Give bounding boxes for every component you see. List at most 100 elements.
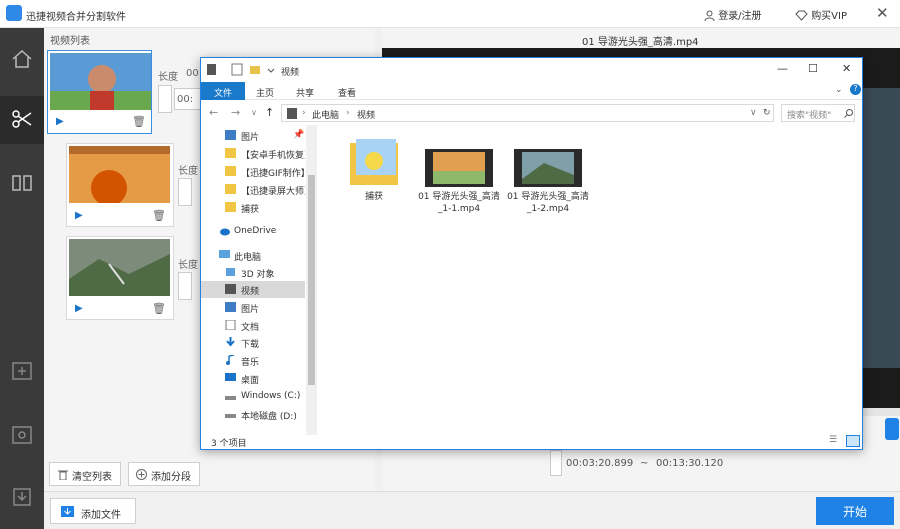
back-arrow-icon[interactable]: ← [209,106,218,119]
recent-chevron-icon[interactable]: ∨ [251,108,257,117]
user-icon [704,10,715,22]
nav-item-pictures[interactable]: 图片 [201,299,305,316]
pictures-icon [225,302,236,312]
address-dropdown-icon[interactable]: ∨ [750,108,757,118]
clip-item[interactable]: ▶ 🗑 [47,50,152,134]
nav-item-drive-c[interactable]: Windows (C:) [201,388,305,405]
file-item-video[interactable]: 01 导游光头强_高清_1-1.mp4 [414,149,504,215]
sidebar-home[interactable] [0,36,44,84]
breadcrumb-separator: › [346,108,350,118]
delete-icon[interactable]: 🗑 [132,115,146,128]
sidebar-settings[interactable] [0,412,44,460]
tab-share[interactable]: 共享 [285,82,325,100]
clip-item[interactable]: ▶ 🗑 [66,143,174,227]
length-value: 00 [186,68,199,79]
pin-icon: 📌 [293,130,305,140]
clip-thumbnail [69,146,170,203]
scissors-icon [12,110,32,128]
download-box-icon [13,488,31,506]
nav-item-folder[interactable]: 【迅捷录屏大师】 [201,181,305,198]
nav-item-onedrive[interactable]: OneDrive [201,223,305,240]
file-explorer-window: 视频 — ☐ ✕ 文件 主页 共享 查看 ⌄ ? ← → ∨ ↑ › 此电脑 ›… [200,57,863,450]
large-icons-view-icon[interactable] [846,435,860,447]
start-button[interactable]: 开始 [816,497,894,525]
nav-item-drive-d[interactable]: 本地磁盘 (D:) [201,406,305,423]
forward-arrow-icon[interactable]: → [231,106,240,119]
address-bar[interactable]: › 此电脑 › 视频 ∨ ↻ [281,104,774,122]
nav-item-folder[interactable]: 捕获 [201,199,305,216]
play-icon[interactable]: ▶ [75,210,83,221]
sidebar-export[interactable] [0,474,44,522]
video-title: 01 导游光头强_高清.mp4 [582,37,699,48]
breadcrumb-separator: › [302,108,306,118]
play-icon[interactable]: ▶ [75,303,83,314]
bottom-bar: 添加文件 开始 [44,491,900,529]
nav-item-music[interactable]: 音乐 [201,352,305,369]
quick-access-toolbar-icon[interactable] [207,63,277,77]
end-time[interactable]: 00:13:30.120 [656,458,723,469]
drive-icon [225,396,236,400]
time-stepper[interactable] [158,85,172,113]
nav-item-folder[interactable]: 【迅捷GIF制作】 [201,163,305,180]
columns-icon [12,175,32,191]
tab-home[interactable]: 主页 [245,82,285,100]
nav-item-videos[interactable]: 视频 [201,281,305,298]
timeline-handle[interactable] [885,418,899,440]
minimize-icon[interactable]: — [777,62,788,75]
sidebar-merge[interactable] [0,160,44,208]
app-logo-icon [6,5,22,21]
time-stepper[interactable] [178,272,192,300]
music-icon [226,355,235,365]
breadcrumb-videos[interactable]: 视频 [357,108,375,121]
clear-list-button[interactable]: 清空列表 [49,462,121,486]
delete-icon[interactable]: 🗑 [152,209,166,222]
length-label: 长度 [178,260,198,271]
close-icon[interactable]: ✕ [842,62,851,75]
app-title: 迅捷视频合并分割软件 [26,12,126,23]
up-arrow-icon[interactable]: ↑ [265,106,274,119]
status-bar: 3 个项目 ☰ [201,435,862,449]
clip-item[interactable]: ▶ 🗑 [66,236,174,320]
nav-item-this-pc[interactable]: 此电脑 [201,247,305,264]
computer-icon [219,250,230,258]
add-segment-button[interactable]: 添加分段 [128,462,200,486]
nav-scroll-thumb[interactable] [308,175,315,385]
breadcrumb-this-pc[interactable]: 此电脑 [312,108,339,121]
sidebar-add[interactable] [0,348,44,396]
plus-circle-icon [136,469,147,480]
start-stepper[interactable] [550,450,562,476]
nav-item-3d-objects[interactable]: 3D 对象 [201,264,305,281]
buy-vip-button[interactable]: 购买VIP [795,7,847,22]
home-icon [12,49,32,68]
nav-item-documents[interactable]: 文档 [201,317,305,334]
add-file-button[interactable]: 添加文件 [50,498,136,524]
file-item-folder[interactable]: 捕获 [329,137,419,203]
address-row: ← → ∨ ↑ › 此电脑 › 视频 ∨ ↻ 搜索"视频" [201,101,862,125]
delete-icon[interactable]: 🗑 [152,302,166,315]
maximize-icon[interactable]: ☐ [808,62,818,75]
explorer-title: 视频 [281,68,300,78]
nav-scrollbar[interactable] [306,125,317,435]
refresh-icon[interactable]: ↻ [763,108,771,118]
nav-item-downloads[interactable]: 下载 [201,334,305,351]
sidebar-split[interactable] [0,96,44,144]
nav-item-desktop[interactable]: 桌面 [201,370,305,387]
close-icon[interactable]: ✕ [876,4,889,22]
play-icon[interactable]: ▶ [56,116,64,127]
tab-view[interactable]: 查看 [325,82,369,100]
nav-item-folder[interactable]: 【安卓手机恢复】 [201,145,305,162]
clear-list-label: 清空列表 [72,472,112,483]
nav-item-pictures-pinned[interactable]: 图片 📌 [201,127,305,144]
search-input[interactable]: 搜索"视频" [781,104,855,122]
details-view-icon[interactable]: ☰ [829,435,837,445]
start-time[interactable]: 00:03:20.899 [566,458,633,469]
time-stepper[interactable] [178,178,192,206]
login-button[interactable]: 登录/注册 [704,7,762,22]
file-name: 捕获 [364,192,383,202]
help-icon[interactable]: ? [850,84,861,95]
tab-file[interactable]: 文件 [201,82,245,100]
video-icon [225,284,236,294]
folder-icon [350,139,398,185]
ribbon-expand-icon[interactable]: ⌄ [835,85,843,95]
file-item-video[interactable]: 01 导游光头强_高清_1-2.mp4 [503,149,593,215]
